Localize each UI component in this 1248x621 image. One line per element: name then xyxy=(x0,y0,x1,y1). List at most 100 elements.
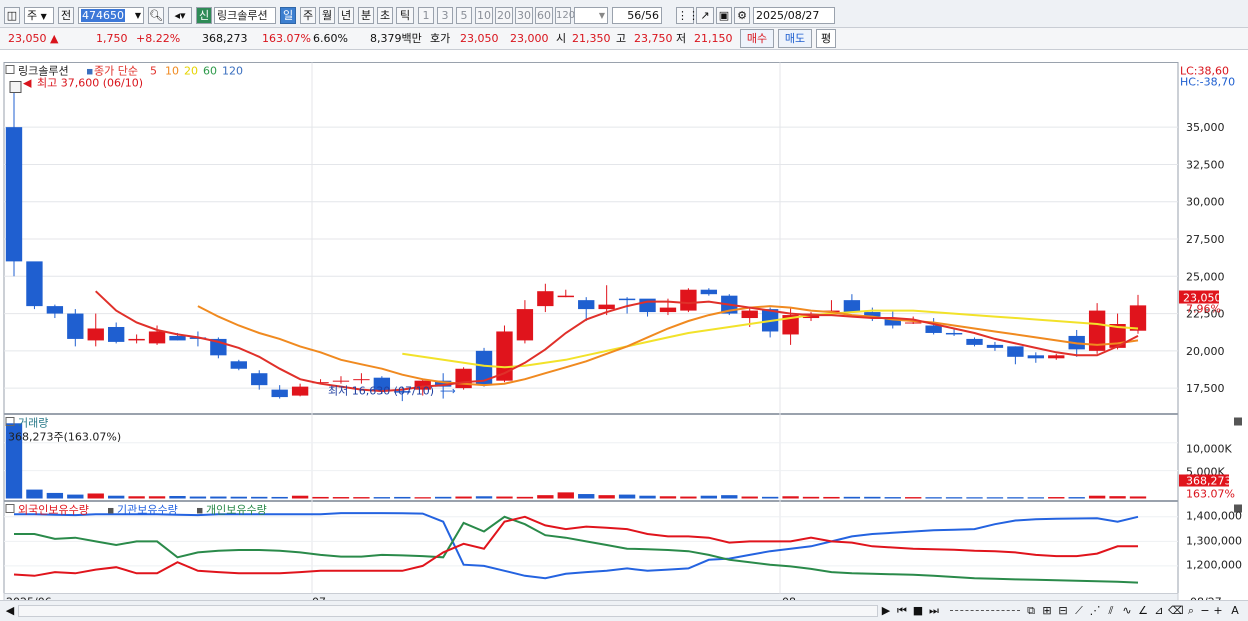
period-year[interactable]: 년 xyxy=(338,7,354,24)
interval-60[interactable]: 60 xyxy=(535,7,553,24)
candle-body xyxy=(741,310,758,319)
interval-custom-select[interactable]: ▼ xyxy=(574,7,608,24)
volume-bar xyxy=(230,496,247,499)
zoom-slider[interactable] xyxy=(950,610,1020,613)
volume-bar xyxy=(802,496,820,499)
search-icon[interactable]: 🔍︎ xyxy=(148,7,164,24)
holding-ytick-1300000: 1,300,000 xyxy=(1186,535,1242,548)
stock-chart[interactable]: 링크솔루션 ▪ 종가 단순 5 10 20 60 120 LC:38,60 HC… xyxy=(0,50,1248,621)
ma-legend-120: 120 xyxy=(222,65,243,78)
price-ytick: 17,500 xyxy=(1186,382,1225,395)
period-month[interactable]: 월 xyxy=(319,7,335,24)
interval-20[interactable]: 20 xyxy=(495,7,513,24)
channel-icon[interactable]: ⫽ xyxy=(1104,603,1118,618)
stop-icon[interactable]: ■ xyxy=(911,603,925,618)
draw-icon[interactable]: ↗ xyxy=(696,7,714,24)
interval-10[interactable]: 10 xyxy=(475,7,493,24)
up-arrow-icon: ▲ xyxy=(50,32,59,45)
volume-bar xyxy=(189,496,207,499)
candle-body xyxy=(271,389,288,398)
quote-bar: 23,050 ▲ 1,750 +8.22% 368,273 163.07% 6.… xyxy=(0,28,1248,50)
first-page-icon[interactable]: ⏮ xyxy=(895,603,909,618)
prev-button[interactable]: 전 xyxy=(58,7,74,24)
horizontal-scrollbar[interactable] xyxy=(18,605,878,617)
angle-icon[interactable]: ∠ xyxy=(1136,603,1150,618)
interval-3[interactable]: 3 xyxy=(437,7,453,24)
volume-panel xyxy=(3,414,1179,501)
candle-body xyxy=(26,261,43,307)
font-size-icon[interactable]: A xyxy=(1228,603,1242,618)
candle-body xyxy=(230,361,247,369)
low-price: 21,150 xyxy=(694,32,733,45)
candle-body xyxy=(455,368,472,389)
candle-body xyxy=(1129,305,1147,331)
eval-button[interactable]: 평 xyxy=(816,29,836,48)
holding-ytick-1400000: 1,400,000 xyxy=(1186,510,1242,523)
institution-legend: 기관보유수량 xyxy=(117,504,178,517)
fibo-icon[interactable]: ⋰ xyxy=(1088,603,1102,618)
candle-body xyxy=(108,326,125,342)
buy-button[interactable]: 매수 xyxy=(740,29,774,48)
volume-bar xyxy=(925,497,942,499)
stock-name-field[interactable]: 링크솔루션 xyxy=(214,7,276,24)
period-week[interactable]: 주 xyxy=(300,7,316,24)
volume-bar xyxy=(578,494,595,499)
trendline-icon[interactable]: ⟋ xyxy=(1072,603,1086,618)
period-tick[interactable]: 틱 xyxy=(396,7,414,24)
volume-bar xyxy=(618,494,636,499)
market-select[interactable]: 주 ▼ xyxy=(24,7,54,24)
volume-bar xyxy=(884,497,901,499)
price-ytick: 32,500 xyxy=(1186,158,1225,171)
period-day[interactable]: 일 xyxy=(280,7,296,24)
zoom-in-icon[interactable]: + xyxy=(1212,603,1224,618)
zoom-icon[interactable]: ⌕ xyxy=(1184,603,1198,618)
hc-label: HC:-38,70 xyxy=(1180,76,1235,89)
interval-30[interactable]: 30 xyxy=(515,7,533,24)
price-ytick: 27,500 xyxy=(1186,233,1225,246)
volume-bar xyxy=(905,497,922,499)
wave-icon[interactable]: ∿ xyxy=(1120,603,1134,618)
layout-icon[interactable]: ⊟ xyxy=(1056,603,1070,618)
volume-bar xyxy=(945,497,963,499)
scroll-left-icon[interactable]: ◀ xyxy=(4,603,16,618)
volume-bar xyxy=(1068,497,1085,499)
tools-icon[interactable]: ⋮⋮ xyxy=(676,7,699,24)
save-icon[interactable]: ▣ xyxy=(716,7,732,24)
volume-bar xyxy=(700,495,718,499)
eraser-icon[interactable]: ⌫ xyxy=(1168,603,1184,618)
window-icon[interactable]: ◫ xyxy=(4,7,20,24)
date-input[interactable]: 2025/08/27 xyxy=(753,7,835,24)
candle-body xyxy=(291,386,309,396)
volume-bar xyxy=(46,492,64,499)
left-arrow-icon: ◀ xyxy=(23,77,32,90)
candle-body xyxy=(148,331,166,344)
volume-title: 거래량 xyxy=(18,417,48,430)
ruler-icon[interactable]: ⊿ xyxy=(1152,603,1166,618)
last-page-icon[interactable]: ⏭ xyxy=(927,603,941,618)
volume-ratio: 163.07% xyxy=(262,32,311,45)
sell-button[interactable]: 매도 xyxy=(778,29,812,48)
candle-body xyxy=(843,300,861,313)
interval-1[interactable]: 1 xyxy=(418,7,434,24)
chevron-down-icon: ▼ xyxy=(40,12,47,21)
interval-5[interactable]: 5 xyxy=(456,7,472,24)
candle-body xyxy=(332,380,350,382)
candle-body xyxy=(905,322,922,324)
count-input[interactable]: 56/56 xyxy=(612,7,662,24)
volume-bar xyxy=(128,496,145,499)
panel-close-icon[interactable] xyxy=(1234,417,1242,426)
scroll-right-icon[interactable]: ▶ xyxy=(880,603,892,618)
stock-code-input[interactable]: 474650 ▼ xyxy=(78,7,144,24)
copy-icon[interactable]: ⧉ xyxy=(1024,603,1038,618)
volume-bar xyxy=(271,496,288,499)
calendar-icon[interactable] xyxy=(9,81,22,93)
gear-icon[interactable]: ⚙ xyxy=(734,7,750,24)
price-ytick: 35,000 xyxy=(1186,121,1225,134)
period-second[interactable]: 초 xyxy=(377,7,393,24)
zoom-out-icon[interactable]: − xyxy=(1199,603,1211,618)
speaker-icon[interactable]: ◂▾ xyxy=(168,7,192,24)
interval-120[interactable]: 120 xyxy=(555,7,575,24)
volume-info: 368,273주(163.07%) xyxy=(8,431,121,444)
split-icon[interactable]: ⊞ xyxy=(1040,603,1054,618)
period-minute[interactable]: 분 xyxy=(358,7,374,24)
